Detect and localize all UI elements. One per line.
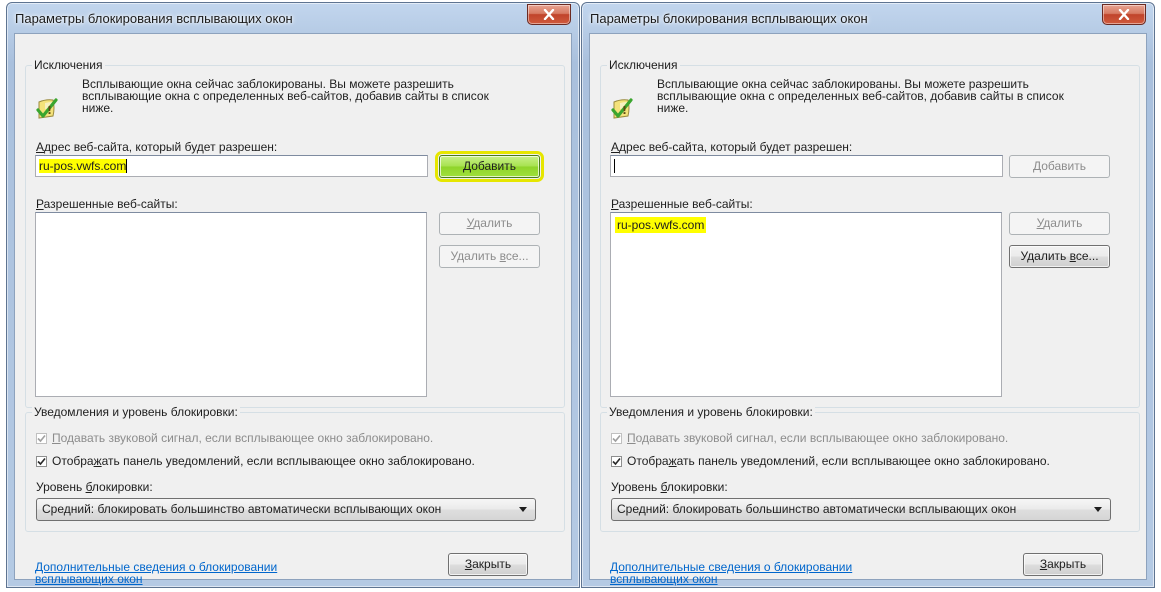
close-button[interactable]: Закрыть bbox=[1023, 553, 1103, 576]
window-title: Параметры блокирования всплывающих окон bbox=[15, 11, 293, 26]
more-info-link[interactable]: Дополнительные сведения о блокировании в… bbox=[35, 561, 335, 585]
popup-blocker-dialog-left: Параметры блокирования всплывающих окон … bbox=[6, 2, 580, 588]
allowed-site-item[interactable]: ru-pos.vwfs.com bbox=[615, 217, 707, 233]
notification-bar-label: Отображать панель уведомлений, если вспл… bbox=[627, 454, 1050, 468]
title-bar[interactable]: Параметры блокирования всплывающих окон bbox=[582, 3, 1154, 33]
notifications-label: Уведомления и уровень блокировки: bbox=[32, 405, 240, 419]
text-caret bbox=[614, 159, 615, 173]
dialog-client: Исключения ! Всплывающие окна сейчас заб… bbox=[14, 33, 572, 585]
add-button[interactable]: Добавить bbox=[435, 151, 544, 182]
address-label: Адрес веб-сайта, который будет разрешен: bbox=[36, 140, 278, 154]
address-input[interactable]: ru-pos.vwfs.com bbox=[35, 155, 428, 177]
shield-check-icon: ! bbox=[36, 98, 58, 119]
info-text: Всплывающие окна сейчас заблокированы. В… bbox=[657, 77, 1064, 115]
blocking-level-value: Средний: блокировать большинство автомат… bbox=[617, 502, 1017, 516]
popup-blocker-dialog-right: Параметры блокирования всплывающих окон … bbox=[581, 2, 1155, 588]
notifications-label: Уведомления и уровень блокировки: bbox=[607, 405, 815, 419]
window-title: Параметры блокирования всплывающих окон bbox=[590, 11, 868, 26]
exceptions-group: Исключения ! Всплывающие окна сейчас заб… bbox=[25, 58, 565, 408]
blocking-level-select[interactable]: Средний: блокировать большинство автомат… bbox=[36, 498, 536, 521]
address-label: Адрес веб-сайта, который будет разрешен: bbox=[611, 140, 853, 154]
allowed-sites-label: Разрешенные веб-сайты: bbox=[611, 197, 753, 211]
exceptions-label: Исключения bbox=[32, 58, 105, 72]
notification-bar-label: Отображать панель уведомлений, если вспл… bbox=[52, 454, 475, 468]
remove-button[interactable]: Удалить bbox=[1009, 212, 1110, 235]
allowed-sites-list[interactable]: ru-pos.vwfs.com bbox=[610, 212, 1002, 397]
checkbox-check-icon bbox=[612, 457, 621, 465]
sound-option-label: Подавать звуковой сигнал, если всплывающ… bbox=[627, 431, 1009, 445]
notifications-group: Уведомления и уровень блокировки: Подава… bbox=[25, 405, 565, 532]
close-button[interactable]: Закрыть bbox=[448, 553, 528, 576]
svg-text:!: ! bbox=[47, 104, 52, 117]
svg-text:!: ! bbox=[622, 104, 627, 117]
remove-all-button[interactable]: Удалить все... bbox=[1009, 245, 1110, 268]
title-bar[interactable]: Параметры блокирования всплывающих окон bbox=[7, 3, 579, 33]
blocking-level-label: Уровень блокировки: bbox=[36, 480, 153, 494]
exceptions-group: Исключения ! Всплывающие окна сейчас заб… bbox=[600, 58, 1140, 408]
remove-all-button[interactable]: Удалить все... bbox=[439, 245, 540, 268]
blocking-level-value: Средний: блокировать большинство автомат… bbox=[42, 502, 442, 516]
close-window-button[interactable] bbox=[527, 4, 571, 25]
sound-option-label: Подавать звуковой сигнал, если всплывающ… bbox=[52, 431, 434, 445]
more-info-link[interactable]: Дополнительные сведения о блокировании в… bbox=[610, 561, 910, 585]
sound-option[interactable]: Подавать звуковой сигнал, если всплывающ… bbox=[36, 431, 433, 445]
blocking-level-select[interactable]: Средний: блокировать большинство автомат… bbox=[611, 498, 1111, 521]
remove-button[interactable]: Удалить bbox=[439, 212, 540, 235]
checkbox-check-icon bbox=[37, 434, 46, 442]
address-value: ru-pos.vwfs.com bbox=[39, 159, 127, 173]
allowed-sites-label: Разрешенные веб-сайты: bbox=[36, 197, 178, 211]
close-x-icon bbox=[543, 9, 555, 20]
dropdown-arrow-icon bbox=[1094, 507, 1102, 512]
checkbox-check-icon bbox=[37, 457, 46, 465]
sound-checkbox[interactable] bbox=[611, 432, 622, 444]
sound-checkbox[interactable] bbox=[36, 432, 47, 444]
close-window-button[interactable] bbox=[1102, 4, 1146, 25]
notification-bar-option[interactable]: Отображать панель уведомлений, если вспл… bbox=[611, 454, 1050, 468]
text-caret bbox=[126, 159, 128, 173]
checkbox-check-icon bbox=[612, 434, 621, 442]
notification-bar-checkbox[interactable] bbox=[36, 455, 47, 467]
notifications-group: Уведомления и уровень блокировки: Подава… bbox=[600, 405, 1140, 532]
sound-option[interactable]: Подавать звуковой сигнал, если всплывающ… bbox=[611, 431, 1008, 445]
add-button[interactable]: Добавить bbox=[1009, 155, 1110, 178]
shield-check-icon: ! bbox=[611, 98, 633, 119]
allowed-sites-list[interactable] bbox=[35, 212, 427, 397]
info-text: Всплывающие окна сейчас заблокированы. В… bbox=[82, 77, 489, 115]
blocking-level-label: Уровень блокировки: bbox=[611, 480, 728, 494]
notification-bar-option[interactable]: Отображать панель уведомлений, если вспл… bbox=[36, 454, 475, 468]
address-input[interactable] bbox=[610, 155, 1003, 177]
dropdown-arrow-icon bbox=[519, 507, 527, 512]
dialog-client: Исключения ! Всплывающие окна сейчас заб… bbox=[589, 33, 1147, 585]
notification-bar-checkbox[interactable] bbox=[611, 455, 622, 467]
exceptions-label: Исключения bbox=[607, 58, 680, 72]
close-x-icon bbox=[1118, 9, 1130, 20]
